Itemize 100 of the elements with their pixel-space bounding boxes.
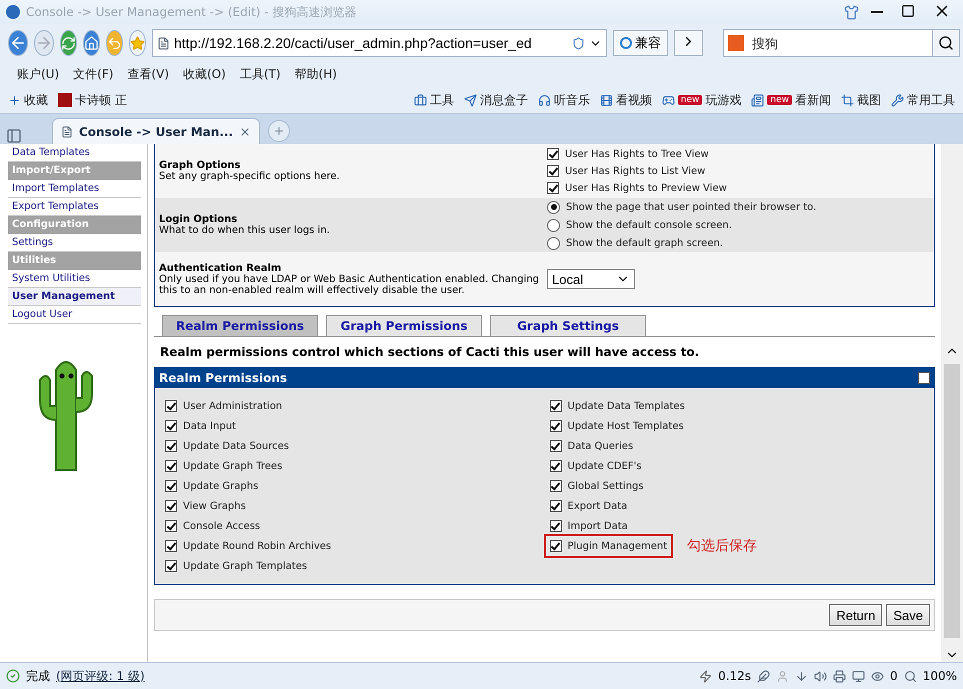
scrollbar[interactable] (941, 144, 963, 662)
favorite-item[interactable]: 工具 (414, 92, 454, 108)
maximize-icon (901, 4, 915, 18)
favorite-item[interactable]: 消息盒子 (464, 92, 528, 108)
checkbox[interactable] (165, 560, 177, 572)
checkbox[interactable] (550, 420, 562, 432)
page-icon (61, 126, 73, 138)
favorite-item[interactable]: 收藏 (8, 92, 48, 108)
permission-label: Update CDEF's (568, 460, 642, 472)
sidebar-item[interactable]: Logout User (8, 306, 141, 324)
search-field[interactable]: 搜狗 (748, 29, 932, 57)
option-label: Show the default graph screen. (566, 238, 723, 248)
checkbox[interactable] (165, 420, 177, 432)
permission-tab[interactable]: Graph Settings (490, 315, 646, 336)
checkbox[interactable] (550, 540, 562, 552)
new-tab-button[interactable] (268, 120, 290, 142)
permission-label: Update Graph Templates (183, 560, 308, 572)
favorite-item[interactable]: 卡诗顿 正 (58, 92, 127, 108)
option-label: Show the page that user pointed their browser to. (566, 202, 816, 212)
shield-icon (572, 36, 585, 50)
count-text: 0 (890, 669, 898, 683)
favorite-item[interactable]: 听音乐 (538, 92, 590, 108)
favorite-item[interactable]: new 玩游戏 (662, 92, 742, 108)
window-title: Console -> User Management -> (Edit) - 搜狗高速浏览器 (26, 4, 358, 20)
checkbox[interactable] (547, 182, 559, 194)
address-bar[interactable]: http://192.168.2.20/cacti/user_admin.php?action=user_ed (152, 29, 607, 57)
close-icon (239, 126, 252, 138)
checkbox[interactable] (550, 460, 562, 472)
arrow-right-icon (35, 34, 53, 52)
checkbox[interactable] (165, 500, 177, 512)
new-badge: new (767, 95, 792, 105)
favorite-item[interactable]: 常用工具 (891, 92, 955, 108)
realm-select[interactable]: Local (547, 269, 635, 289)
checkbox[interactable] (550, 500, 562, 512)
option-label: User Has Rights to List View (565, 166, 706, 176)
checkbox[interactable] (165, 460, 177, 472)
radio-button[interactable] (547, 200, 560, 214)
favorite-item[interactable]: 看视频 (600, 92, 652, 108)
newspaper-icon (751, 94, 764, 106)
checkbox[interactable] (550, 440, 562, 452)
sidebar-item[interactable]: Import Templates (8, 180, 141, 198)
search-icon (938, 35, 954, 51)
refresh-button[interactable] (60, 30, 77, 56)
radio-button[interactable] (547, 218, 560, 232)
checkbox[interactable] (918, 372, 930, 384)
permission-label: Global Settings (568, 480, 644, 492)
page-rating-link[interactable]: (网页评级: 1 级) (56, 668, 145, 684)
return-button[interactable]: Return (829, 604, 882, 626)
option-title: Graph Options (159, 160, 240, 171)
permission-label: Export Data (568, 500, 628, 512)
feather-icon (757, 670, 770, 682)
browser-tab[interactable]: Console -> User Man... (52, 118, 260, 144)
favorite-item[interactable]: new 看新闻 (751, 92, 831, 108)
checkbox[interactable] (550, 480, 562, 492)
menu-item[interactable]: 帮助(H) (288, 66, 344, 83)
menu-item[interactable]: 账户(U) (10, 66, 66, 83)
checkbox[interactable] (547, 148, 559, 160)
checkbox[interactable] (547, 165, 559, 177)
back-button[interactable] (8, 30, 28, 56)
sidebar-header: Configuration (8, 216, 141, 234)
permission-tab[interactable]: Realm Permissions (162, 315, 318, 336)
permission-label: Update Host Templates (568, 420, 684, 432)
option-title: Authentication Realm (159, 262, 282, 274)
sidebar-header: Utilities (8, 252, 141, 270)
permission-label: Update Graphs (183, 480, 258, 492)
download-icon (795, 670, 808, 682)
home-button[interactable] (83, 30, 100, 56)
scrollbar-thumb[interactable] (944, 364, 960, 638)
search-button[interactable] (932, 29, 960, 57)
favorite-item[interactable]: 截图 (841, 92, 881, 108)
radio-button[interactable] (547, 236, 560, 250)
permission-label: Plugin Management (568, 540, 668, 552)
menu-item[interactable]: 收藏(O) (176, 66, 233, 83)
option-label: User Has Rights to Tree View (565, 148, 709, 160)
permission-label: View Graphs (183, 500, 246, 512)
checkbox[interactable] (165, 400, 177, 412)
printer-icon (833, 670, 846, 682)
permission-tab[interactable]: Graph Permissions (326, 315, 482, 336)
checkbox[interactable] (550, 400, 562, 412)
permission-label: Update Data Templates (568, 400, 685, 412)
next-button[interactable] (674, 30, 703, 56)
menu-item[interactable]: 查看(V) (120, 66, 176, 83)
checkbox[interactable] (165, 480, 177, 492)
user-icon (776, 670, 790, 682)
compat-mode-button[interactable]: 兼容 (613, 30, 668, 56)
menu-item[interactable]: 工具(T) (232, 66, 288, 83)
page-icon (157, 36, 170, 50)
menu-item[interactable]: 文件(F) (66, 66, 120, 83)
favorite-star-button[interactable] (129, 30, 146, 56)
option-description: What to do when this user logs in. (159, 225, 331, 236)
sidebar-item[interactable]: User Management (8, 288, 141, 306)
checkbox[interactable] (165, 440, 177, 452)
save-button[interactable]: Save (886, 604, 930, 626)
checkbox[interactable] (550, 520, 562, 532)
film-icon (600, 94, 613, 106)
intro-text: Realm permissions control which sections of Cacti this user will have access to. (159, 344, 700, 361)
paper-plane-icon (464, 94, 477, 106)
checkbox[interactable] (165, 540, 177, 552)
checkbox[interactable] (165, 520, 177, 532)
new-badge: new (678, 95, 702, 105)
